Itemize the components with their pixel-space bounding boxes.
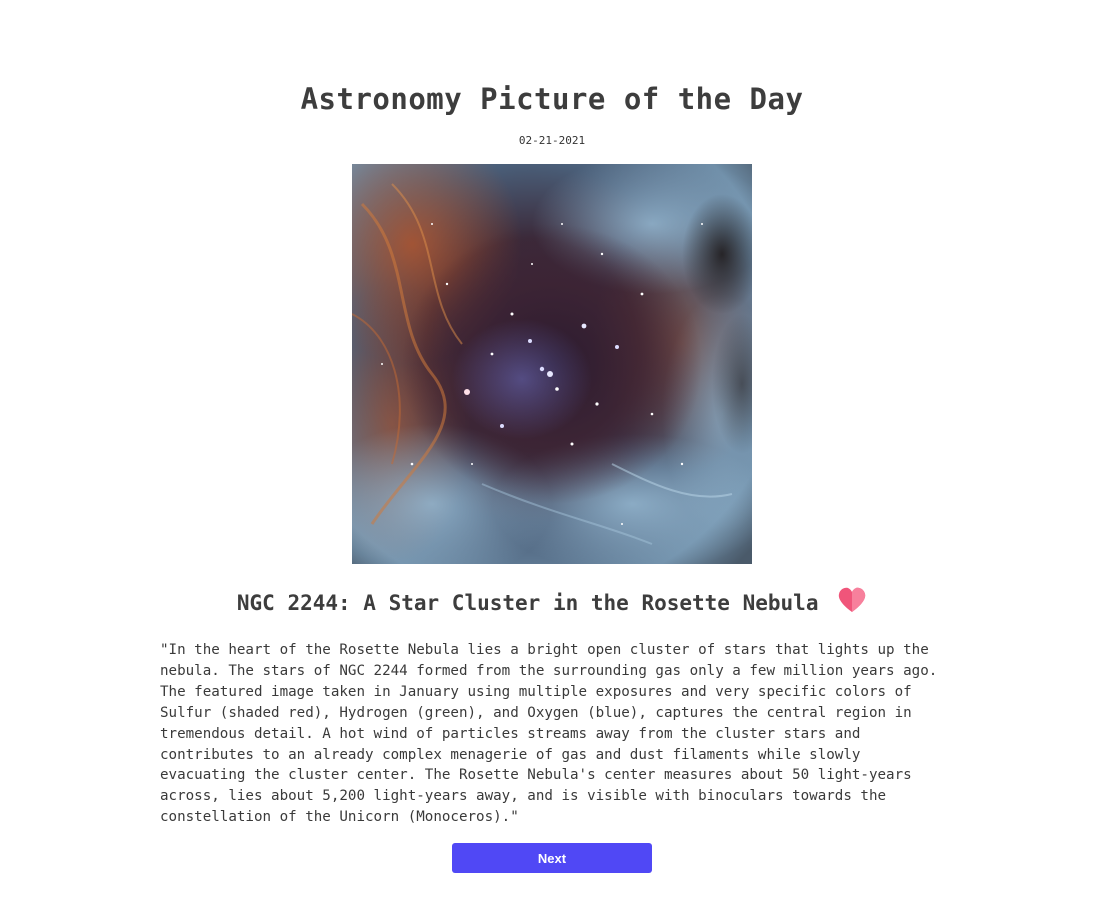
picture-date: 02-21-2021: [518, 134, 586, 147]
picture-title: NGC 2244: A Star Cluster in the Rosette …: [236, 591, 819, 615]
nebula-image: [352, 164, 752, 564]
page-title: Astronomy Picture of the Day: [300, 82, 804, 116]
apod-page: Astronomy Picture of the Day 02-21-2021: [0, 0, 1094, 902]
next-button[interactable]: Next: [452, 843, 652, 873]
heart-icon[interactable]: [837, 586, 867, 623]
picture-explanation: "In the heart of the Rosette Nebula lies…: [160, 642, 938, 826]
picture-title-row: NGC 2244: A Star Cluster in the Rosette …: [0, 586, 1094, 623]
